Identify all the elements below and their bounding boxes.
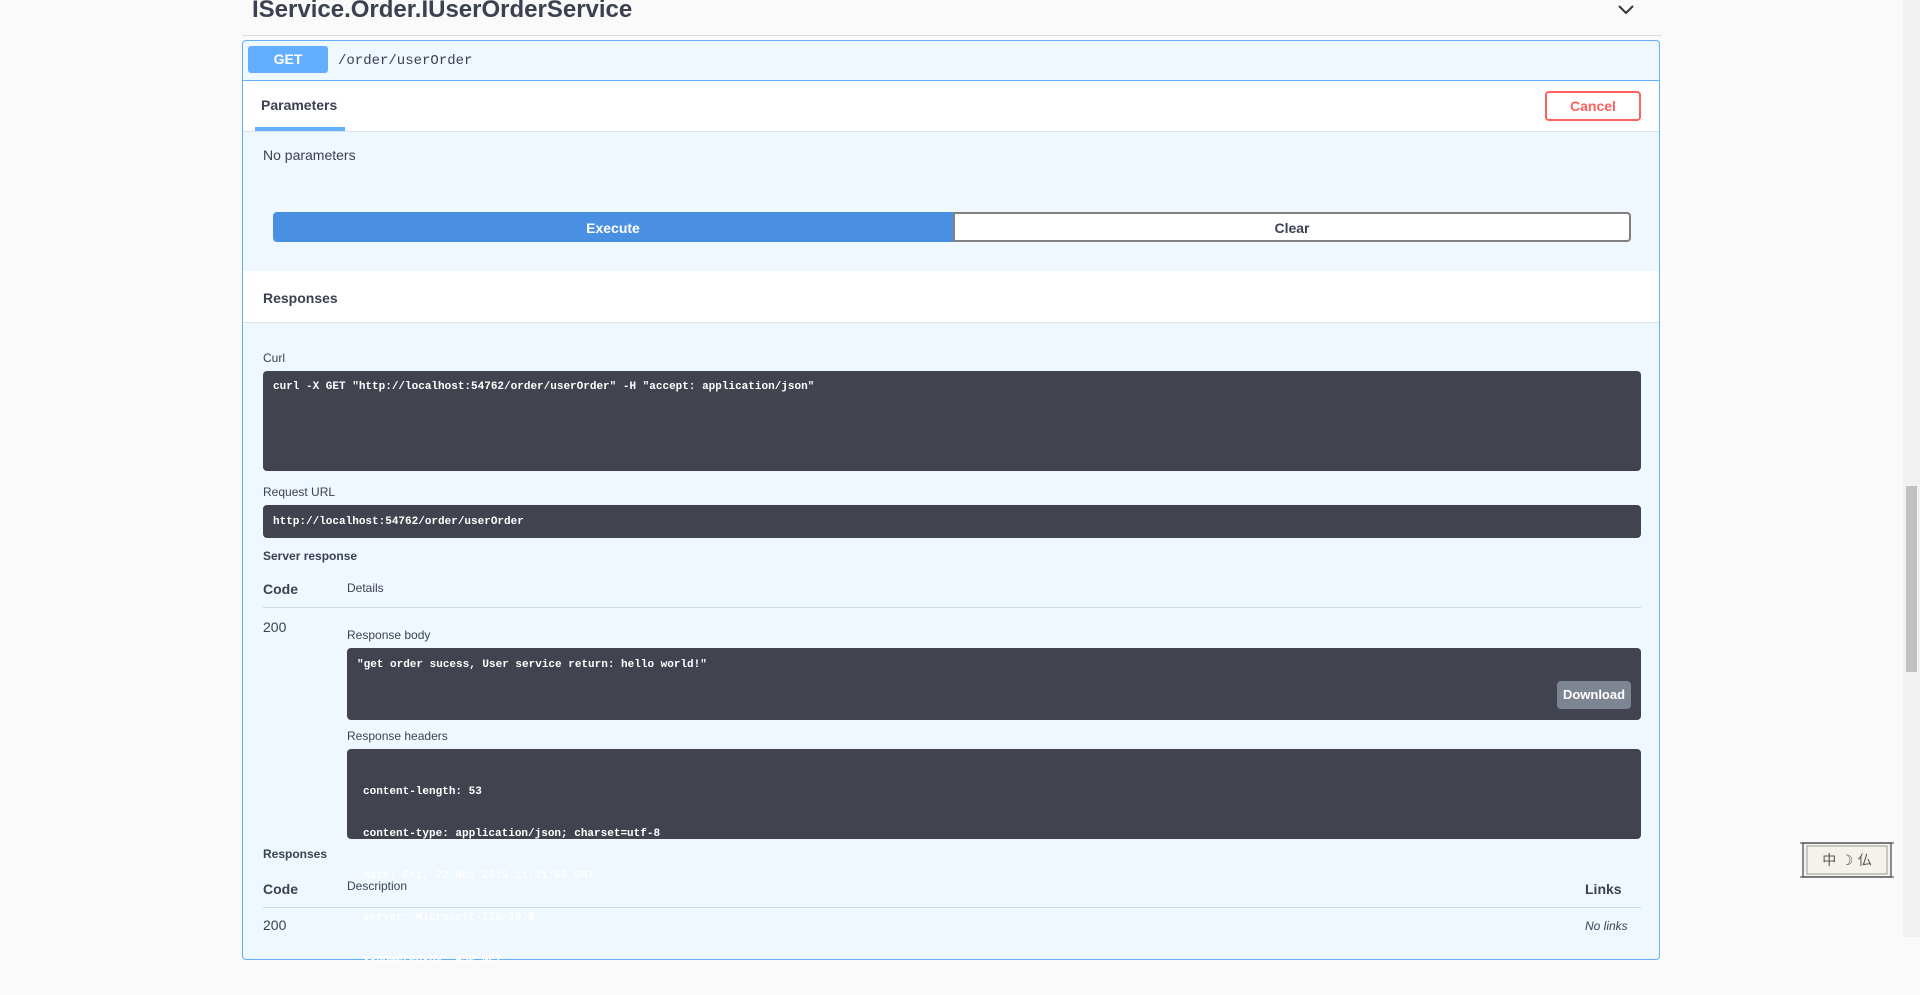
response-body-label: Response body	[347, 628, 431, 642]
ime-toolbar[interactable]: 中 ☽ 仏	[1800, 840, 1894, 880]
header-line: server: Microsoft-IIS/10.0	[363, 912, 535, 924]
scrollbar-thumb[interactable]	[1906, 486, 1917, 672]
tag-section-header[interactable]: IService.Order.IUserOrderService	[242, 0, 1662, 36]
responses-code-header: Code	[263, 881, 298, 897]
responses-header: Responses	[243, 271, 1659, 323]
response-body-box[interactable]: "get order sucess, User service return: …	[347, 648, 1641, 720]
tab-parameters[interactable]: Parameters	[261, 97, 337, 113]
header-line: x-powered-by: ASP.NET	[363, 954, 502, 966]
method-badge: GET	[248, 46, 328, 73]
response-code: 200	[263, 619, 287, 635]
curl-command-box[interactable]: curl -X GET "http://localhost:54762/orde…	[263, 371, 1641, 471]
tag-title: IService.Order.IUserOrderService	[252, 0, 633, 23]
divider	[263, 907, 1641, 908]
server-response-code-header: Code	[263, 581, 298, 597]
scrollbar-track[interactable]	[1903, 0, 1920, 937]
header-line: content-length: 53	[363, 786, 482, 798]
responses-title: Responses	[263, 290, 338, 306]
ime-toolbar-text: 中 ☽ 仏	[1822, 853, 1872, 869]
divider	[263, 607, 1641, 608]
execute-button[interactable]: Execute	[273, 212, 953, 242]
opblock-summary[interactable]: GET /order/userOrder	[243, 41, 1659, 81]
execute-wrapper: Execute Clear	[273, 212, 1631, 242]
responses-description-header: Description	[347, 879, 408, 893]
opblock-get: GET /order/userOrder Parameters Cancel N…	[242, 40, 1660, 966]
request-url-label: Request URL	[263, 485, 336, 499]
chevron-down-icon[interactable]	[1614, 0, 1638, 20]
request-url-box[interactable]: http://localhost:54762/order/userOrder	[263, 505, 1641, 538]
header-line: content-type: application/json; charset=…	[363, 828, 661, 840]
responses-table-label: Responses	[263, 847, 328, 861]
tab-underline	[255, 127, 345, 131]
clear-button[interactable]: Clear	[953, 212, 1631, 242]
server-response-details-header: Details	[347, 581, 384, 595]
curl-label: Curl	[263, 351, 286, 365]
response-headers-box[interactable]: content-length: 53 content-type: applica…	[347, 749, 1641, 966]
no-parameters-text: No parameters	[263, 147, 356, 163]
header-line: date: Fri, 22 Nov 2019 11:31:56 GMT	[363, 870, 595, 882]
responses-row-code: 200	[263, 917, 287, 933]
server-response-label: Server response	[263, 549, 358, 563]
response-headers-label: Response headers	[347, 729, 448, 743]
parameters-header: Parameters Cancel	[243, 81, 1659, 132]
responses-row-links: No links	[1585, 919, 1628, 933]
operation-path: /order/userOrder	[338, 53, 473, 69]
download-button[interactable]: Download	[1557, 681, 1631, 709]
responses-links-header: Links	[1585, 881, 1622, 897]
cancel-button[interactable]: Cancel	[1545, 91, 1641, 121]
